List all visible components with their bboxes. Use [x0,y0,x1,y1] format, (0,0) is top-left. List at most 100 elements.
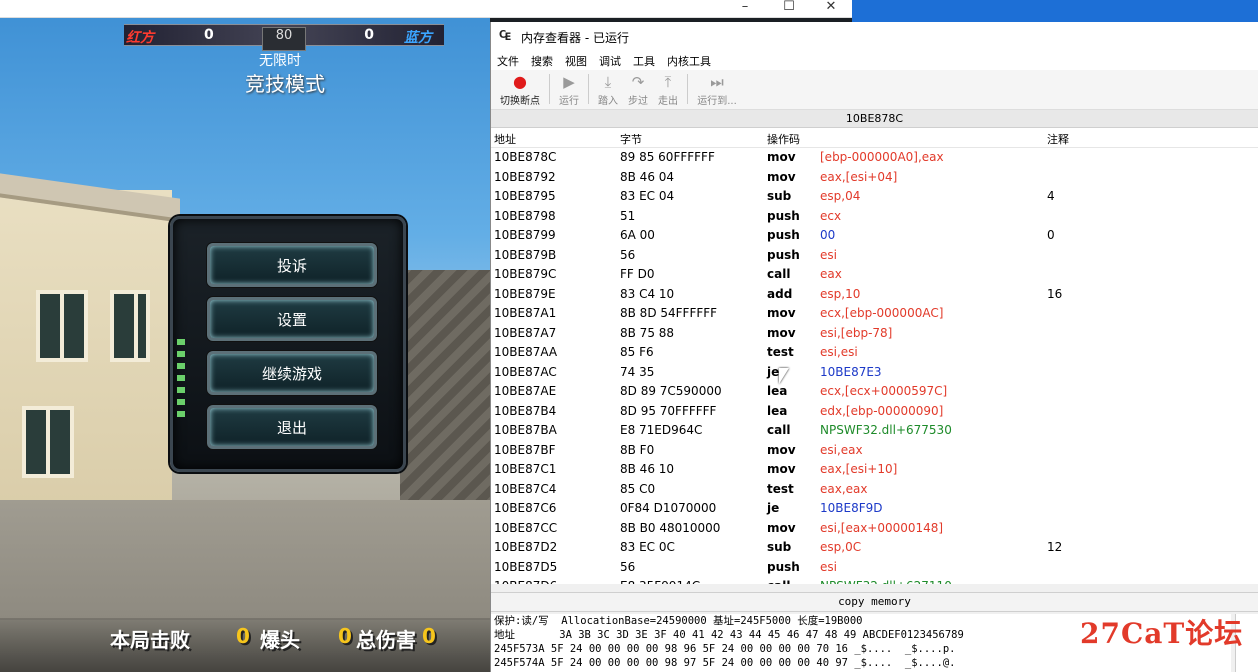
row-opcode: je [767,364,780,379]
disasm-row[interactable]: 10BE87D5 56 push esi [491,558,1258,578]
row-operands: eax,[esi+10] [820,462,898,476]
step-out-button[interactable]: ⤒ 走出 [653,70,683,107]
team-blue-label: 蓝方 [404,30,432,46]
row-address: 10BE8795 [494,189,556,203]
complain-button[interactable]: 投诉 [207,243,377,287]
toggle-breakpoint-button[interactable]: ● 切换断点 [495,70,545,107]
disasm-row[interactable]: 10BE878C 89 85 60FFFFFF mov [ebp-000000A0],… [491,148,1258,168]
run-button[interactable]: ▶ 运行 [554,70,584,107]
disasm-row[interactable]: 10BE87BF 8B F0 mov esi,eax [491,441,1258,461]
row-operands: esi [820,247,837,262]
row-bytes: 89 85 60FFFFFF [620,150,715,164]
menu-debug[interactable]: 调试 [599,53,621,69]
row-operands: esp,0C [820,540,862,554]
menu-search[interactable]: 搜索 [531,53,553,69]
menu-side-lights [177,339,185,419]
menu-file[interactable]: 文件 [497,53,519,69]
step-over-icon: ↷ [631,73,645,91]
row-opcode: test [767,481,794,496]
disasm-row[interactable]: 10BE87B4 8D 95 70FFFFFF lea edx,[ebp-000000… [491,402,1258,422]
close-icon[interactable]: ✕ [808,0,854,18]
window-pane [36,290,88,362]
continue-game-button[interactable]: 继续游戏 [207,351,377,395]
memory-viewer-window: ₠ 内存查看器 - 已运行 文件 搜索 视图 调试 工具 内核工具 ● 切换断点… [490,22,1258,672]
row-bytes: FF D0 [620,267,655,281]
row-operands: esi [820,559,837,574]
window-pane [110,290,150,362]
game-viewport[interactable]: 红方 0 80 0 蓝方 无限时 竞技模式 投诉 设置 继续游戏 退出 本局击败… [0,0,490,672]
row-address: 10BE879C [494,267,557,281]
ground [0,500,490,620]
viewer-titlebar[interactable]: ₠ 内存查看器 - 已运行 [491,22,1258,52]
disassembly-list[interactable]: 10BE878C 89 85 60FFFFFF mov [ebp-000000A0],… [491,148,1258,584]
minimize-icon[interactable]: – [722,0,768,18]
toolbar-label: 步过 [628,96,648,107]
row-operands: eax,[esi+04] [820,169,898,184]
toolbar-label: 运行 [559,96,579,107]
disasm-row[interactable]: 10BE87AA 85 F6 test esi,esi [491,343,1258,363]
building [0,190,172,530]
row-opcode: mov [767,150,796,164]
row-operands: [ebp-000000A0],eax [820,150,944,164]
disasm-row[interactable]: 10BE87D6 E8 35F9914C call NPSWF32.dll+62711… [491,577,1258,584]
row-bytes: 8B B0 48010000 [620,520,721,535]
row-opcode: mov [767,169,796,184]
score-red: 0 [204,27,214,43]
column-comment[interactable]: 注释 [1047,131,1069,147]
disassembly-column-header: 地址 字节 操作码 注释 [491,128,1258,148]
row-comment: 12 [1047,540,1063,554]
disasm-row[interactable]: 10BE87AE 8D 89 7C590000 lea ecx,[ecx+000059… [491,382,1258,402]
toolbar-separator [687,74,688,104]
row-address: 10BE87A7 [494,325,557,340]
row-operands: 00 [820,228,836,242]
row-opcode: mov [767,520,796,535]
disasm-row[interactable]: 10BE87D2 83 EC 0C sub esp,0C 12 [491,538,1258,558]
disasm-row[interactable]: 10BE87AC 74 35 je 10BE87E3 [491,363,1258,383]
disasm-row[interactable]: 10BE8795 83 EC 04 sub esp,04 4 [491,187,1258,207]
disasm-row[interactable]: 10BE879E 83 C4 10 add esp,10 16 [491,285,1258,305]
damage-value: 0 [422,624,436,648]
disasm-row[interactable]: 10BE87C1 8B 46 10 mov eax,[esi+10] [491,460,1258,480]
disasm-row[interactable]: 10BE87BA E8 71ED964C call NPSWF32.dll+67753… [491,421,1258,441]
row-bytes: 8B 46 04 [620,169,675,184]
disasm-row[interactable]: 10BE87A7 8B 75 88 mov esi,[ebp-78] [491,324,1258,344]
step-over-button[interactable]: ↷ 步过 [623,70,653,107]
row-opcode: mov [767,325,796,340]
disasm-row[interactable]: 10BE87A1 8B 8D 54FFFFFF mov ecx,[ebp-000000… [491,304,1258,324]
disasm-row[interactable]: 10BE8792 8B 46 04 mov eax,[esi+04] [491,168,1258,188]
disasm-row[interactable]: 10BE879C FF D0 call eax [491,265,1258,285]
column-bytes[interactable]: 字节 [620,131,642,147]
disasm-row[interactable]: 10BE87CC 8B B0 48010000 mov esi,[eax+000001… [491,519,1258,539]
disasm-row[interactable]: 10BE879B 56 push esi [491,246,1258,266]
menu-tools[interactable]: 工具 [633,53,655,69]
settings-button[interactable]: 设置 [207,297,377,341]
toolbar-label: 切换断点 [500,96,540,107]
current-address-header[interactable]: 10BE878C [491,110,1258,128]
menu-kernel-tools[interactable]: 内核工具 [667,53,711,69]
disasm-row[interactable]: 10BE8798 51 push ecx [491,207,1258,227]
row-bytes: 85 C0 [620,481,656,496]
column-address[interactable]: 地址 [494,131,516,147]
column-opcode[interactable]: 操作码 [767,131,800,147]
row-operands: edx,[ebp-00000090] [820,403,944,418]
disasm-row[interactable]: 10BE87C6 0F84 D1070000 je 10BE8F9D [491,499,1258,519]
row-address: 10BE87C4 [494,481,557,496]
row-operands: esp,04 [820,189,861,203]
row-bytes: 83 EC 0C [620,540,675,554]
row-bytes: 8B F0 [620,442,655,457]
disasm-row[interactable]: 10BE87C4 85 C0 test eax,eax [491,480,1258,500]
damage-label: 总伤害 [356,628,416,652]
hex-row[interactable]: 245F574A 5F 24 00 00 00 00 98 97 5F 24 0… [491,656,1231,670]
row-opcode: lea [767,384,788,398]
run-to-button[interactable]: ⏭ 运行到... [692,70,742,107]
exit-button[interactable]: 退出 [207,405,377,449]
row-opcode: test [767,345,794,359]
step-into-button[interactable]: ⤓ 踏入 [593,70,623,107]
row-bytes: 74 35 [620,364,655,379]
maximize-icon[interactable]: ☐ [766,0,812,18]
row-bytes: 83 EC 04 [620,189,675,203]
menu-view[interactable]: 视图 [565,53,587,69]
row-opcode: add [767,286,793,301]
disasm-row[interactable]: 10BE8799 6A 00 push 00 0 [491,226,1258,246]
toolbar-label: 走出 [658,96,678,107]
